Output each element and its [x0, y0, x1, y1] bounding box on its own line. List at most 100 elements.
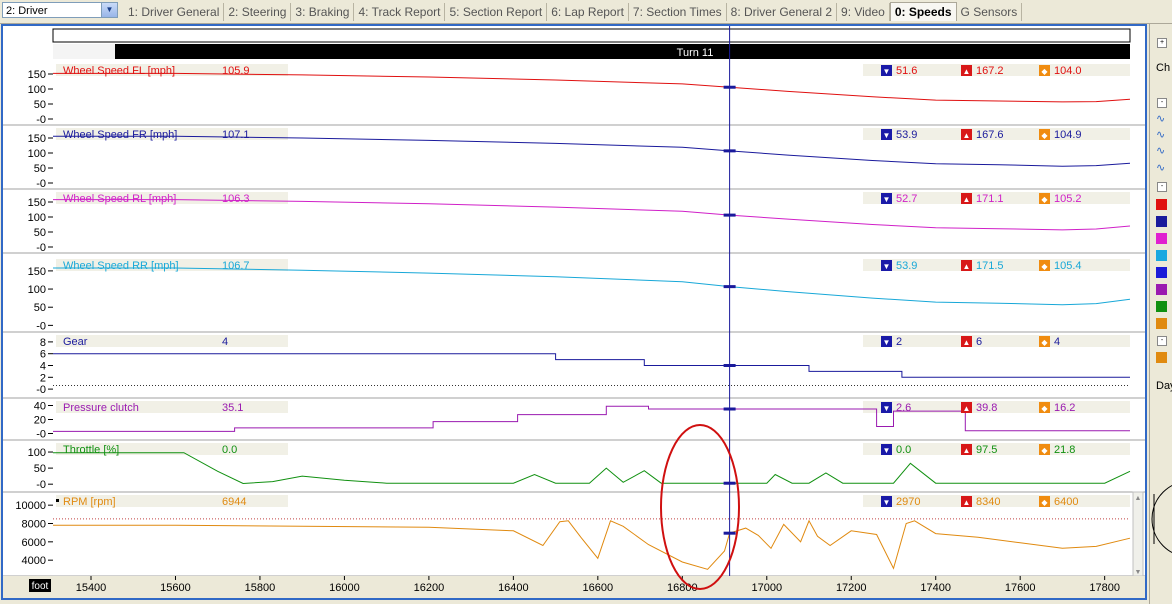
collapse-icon[interactable]: - — [1157, 182, 1167, 192]
channel-name: Wheel Speed RR [mph] — [63, 260, 179, 272]
y-tick-label: 10000 — [15, 500, 46, 512]
color-swatch-icon — [1156, 284, 1167, 295]
y-tick-label: 20 — [34, 415, 46, 427]
channel-cursor-value: 0.0 — [222, 444, 237, 456]
channel-cursor-value: 106.3 — [222, 193, 250, 205]
tab-g-sensors[interactable]: G Sensors — [957, 3, 1023, 21]
y-tick-label: 6000 — [22, 537, 46, 549]
channel-min-value: 52.7 — [896, 193, 917, 205]
wave-icon: ∿ — [1156, 129, 1166, 141]
y-tick-label: 40 — [34, 401, 46, 413]
tab-0-speeds[interactable]: 0: Speeds — [889, 2, 957, 21]
channel-label-background — [56, 335, 288, 347]
y-tick-label: 150 — [28, 266, 46, 278]
channel-name: Gear — [63, 336, 88, 348]
tab-1-driver-general[interactable]: 1: Driver General — [124, 3, 225, 21]
channel-avg-value: 4 — [1054, 336, 1060, 348]
y-tick-label: -0 — [36, 479, 46, 491]
tab-6-lap-report[interactable]: 6: Lap Report — [547, 3, 629, 21]
x-tick-label: 17000 — [751, 582, 782, 594]
tab-3-braking[interactable]: 3: Braking — [291, 3, 355, 21]
channel-avg-value: 16.2 — [1054, 402, 1075, 414]
channel-cursor-value: 4 — [222, 336, 228, 348]
y-tick-label: 100 — [28, 284, 46, 296]
avg-diamond-icon-glyph: ◆ — [1041, 262, 1048, 271]
expand-icon[interactable]: + — [1157, 38, 1167, 48]
channel-name: Wheel Speed FL [mph] — [63, 65, 175, 77]
channel-max-value: 167.6 — [976, 129, 1004, 141]
chart-area[interactable]: Turn 11 150 100 50 -0 Wheel Speed FL [mph] 105… — [1, 24, 1147, 600]
tab-4-track-report[interactable]: 4: Track Report — [354, 3, 446, 21]
color-swatch-icon — [1156, 318, 1167, 329]
y-tick-label: 150 — [28, 69, 46, 81]
max-arrow-icon-glyph: ▲ — [963, 195, 971, 204]
collapse-icon[interactable]: - — [1157, 98, 1167, 108]
scroll-down-icon[interactable]: ▼ — [1135, 569, 1142, 576]
x-tick-label: 17200 — [836, 582, 867, 594]
tab-9-video[interactable]: 9: Video — [837, 3, 890, 21]
y-tick-label: 50 — [34, 163, 46, 175]
panel-day-text: Day — [1156, 380, 1172, 392]
color-swatch-icon — [1156, 352, 1167, 363]
channel-min-value: 2.6 — [896, 402, 911, 414]
y-tick-label: 6 — [40, 349, 46, 361]
channel-max-value: 171.5 — [976, 260, 1004, 272]
driver-select-value: 2: Driver — [6, 5, 48, 17]
channel-cursor-value: 35.1 — [222, 402, 243, 414]
color-swatch-icon — [1156, 216, 1167, 227]
channel-name: Wheel Speed RL [mph] — [63, 193, 176, 205]
x-tick-label: 17400 — [920, 582, 951, 594]
channel-avg-value: 104.9 — [1054, 129, 1082, 141]
channel-avg-value: 21.8 — [1054, 444, 1075, 456]
top-toolbar: 2: Driver ▼ 1: Driver General 2: Steering… — [0, 0, 1172, 24]
x-tick-label: 16600 — [583, 582, 614, 594]
y-tick-label: 150 — [28, 197, 46, 209]
channel-avg-value: 105.2 — [1054, 193, 1082, 205]
color-swatch-icon — [1156, 301, 1167, 312]
min-arrow-icon-glyph: ▼ — [883, 131, 891, 140]
avg-diamond-icon-glyph: ◆ — [1041, 404, 1048, 413]
avg-diamond-icon-glyph: ◆ — [1041, 498, 1048, 507]
chevron-down-icon[interactable]: ▼ — [101, 3, 117, 17]
max-arrow-icon-glyph: ▲ — [963, 404, 971, 413]
tab-7-section-times[interactable]: 7: Section Times — [629, 3, 727, 21]
avg-diamond-icon-glyph: ◆ — [1041, 338, 1048, 347]
y-tick-label: 50 — [34, 227, 46, 239]
driver-select[interactable]: 2: Driver ▼ — [2, 2, 118, 18]
min-arrow-icon-glyph: ▼ — [883, 67, 891, 76]
section-label-turn: Turn 11 — [677, 47, 714, 59]
max-arrow-icon-glyph: ▲ — [963, 446, 971, 455]
channel-max-value: 97.5 — [976, 444, 997, 456]
speeds-plot[interactable]: Turn 11 150 100 50 -0 Wheel Speed FL [mph] 105… — [3, 26, 1145, 598]
channel-cursor-value: 6944 — [222, 496, 246, 508]
vertical-scrollbar[interactable] — [1132, 491, 1144, 577]
channel-min-value: 0.0 — [896, 444, 911, 456]
channel-name: Wheel Speed FR [mph] — [63, 129, 177, 141]
tab-2-steering[interactable]: 2: Steering — [224, 3, 292, 21]
color-swatch-icon — [1156, 250, 1167, 261]
channel-min-value: 51.6 — [896, 65, 917, 77]
y-tick-label: -0 — [36, 384, 46, 396]
tab-5-section-report[interactable]: 5: Section Report — [445, 3, 548, 21]
y-tick-label: 100 — [28, 447, 46, 459]
scroll-up-icon[interactable]: ▲ — [1135, 495, 1142, 502]
wave-icon: ∿ — [1156, 145, 1166, 157]
min-arrow-icon-glyph: ▼ — [883, 262, 891, 271]
y-tick-label: -0 — [36, 429, 46, 441]
y-tick-label: 50 — [34, 302, 46, 314]
channel-min-value: 2 — [896, 336, 902, 348]
avg-diamond-icon-glyph: ◆ — [1041, 195, 1048, 204]
tab-8-driver-general-2[interactable]: 8: Driver General 2 — [727, 3, 838, 21]
x-tick-label: 16000 — [329, 582, 360, 594]
avg-diamond-icon-glyph: ◆ — [1041, 67, 1048, 76]
y-tick-label: 50 — [34, 99, 46, 111]
y-tick-label: 100 — [28, 212, 46, 224]
collapse-icon[interactable]: - — [1157, 336, 1167, 346]
y-tick-label: -0 — [36, 114, 46, 126]
y-tick-label: -0 — [36, 242, 46, 254]
plot-background — [3, 26, 1145, 598]
min-arrow-icon-glyph: ▼ — [883, 446, 891, 455]
channel-max-value: 39.8 — [976, 402, 997, 414]
channel-name: Pressure clutch — [63, 402, 139, 414]
min-arrow-icon-glyph: ▼ — [883, 338, 891, 347]
